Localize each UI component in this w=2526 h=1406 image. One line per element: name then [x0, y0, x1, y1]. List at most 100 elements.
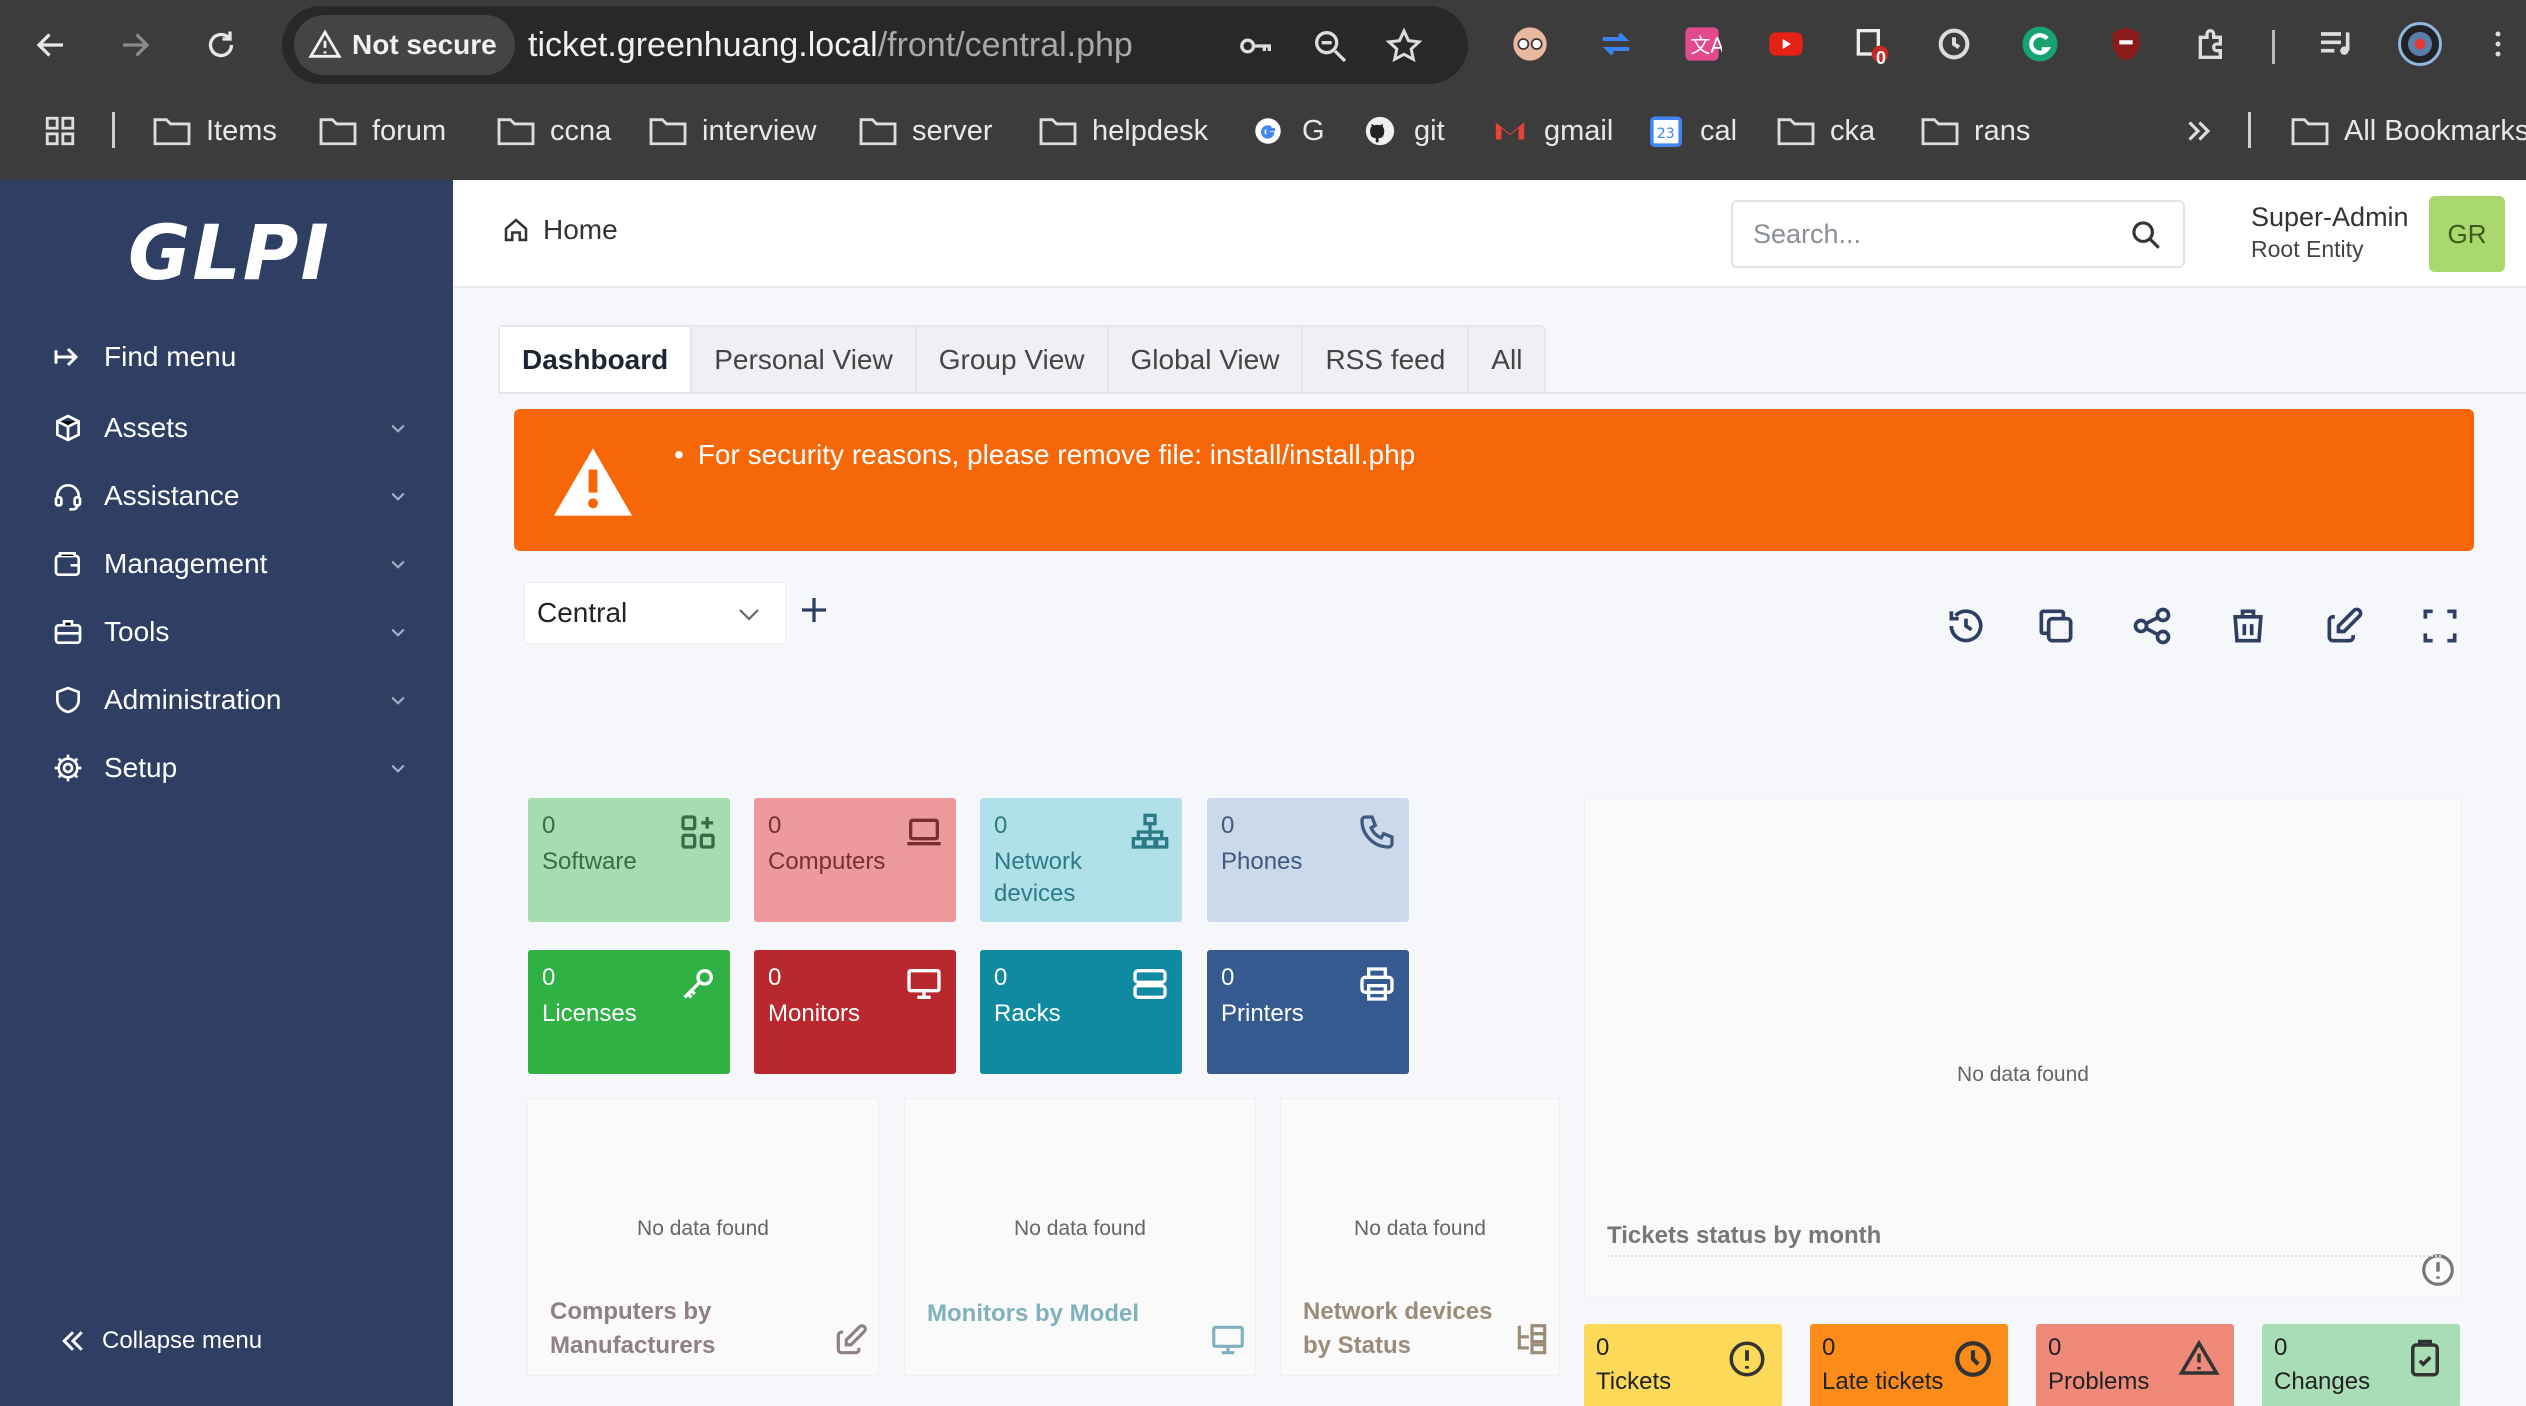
- bookmark-label: git: [1414, 114, 1445, 147]
- sidebar-item-label: Assets: [104, 412, 189, 443]
- trash-icon[interactable]: [2226, 604, 2270, 648]
- key-icon[interactable]: [1236, 26, 1276, 66]
- shield-icon: [56, 686, 80, 714]
- extension-translate-icon[interactable]: 文A: [1680, 22, 1724, 66]
- bookmark-label: ccna: [550, 114, 612, 147]
- card-software[interactable]: 0 Software: [528, 798, 730, 922]
- card-printers[interactable]: 0 Printers: [1207, 950, 1409, 1074]
- extension-grammarly-icon[interactable]: [2018, 22, 2062, 66]
- bookmarks-overflow-icon[interactable]: [2178, 108, 2218, 154]
- folder-icon: [1921, 118, 1959, 146]
- bookmark-items[interactable]: Items: [152, 108, 277, 154]
- tab-all[interactable]: All: [1469, 327, 1544, 393]
- bookmark-cka[interactable]: cka: [1776, 108, 1875, 154]
- extension-sync-icon[interactable]: [1594, 22, 1638, 66]
- ticket-card-changes[interactable]: 0 Changes: [2262, 1324, 2460, 1406]
- ticket-card-late-tickets[interactable]: 0 Late tickets: [1810, 1324, 2008, 1406]
- search-input[interactable]: [1753, 214, 2113, 254]
- add-dashboard-icon[interactable]: [796, 592, 832, 628]
- bookmark-label: gmail: [1544, 114, 1614, 147]
- glpi-logo[interactable]: GLPI: [128, 208, 329, 297]
- share-icon[interactable]: [2130, 604, 2174, 648]
- bookmark-git[interactable]: git: [1360, 108, 1445, 154]
- address-bar[interactable]: Not secure ticket.greenhuang.local/front…: [282, 6, 1468, 84]
- sidebar-item-administration[interactable]: Administration: [52, 675, 422, 725]
- url-text[interactable]: ticket.greenhuang.local/front/central.ph…: [528, 26, 1133, 65]
- extension-badge-icon[interactable]: 0: [1848, 22, 1892, 68]
- copy-icon[interactable]: [2034, 604, 2078, 648]
- bookmark-interview[interactable]: interview: [648, 108, 816, 154]
- extension-timer-icon[interactable]: [1932, 22, 1976, 66]
- tab-panel-border: [498, 392, 2526, 394]
- back-button[interactable]: [28, 22, 74, 68]
- toolbar-divider: [2272, 30, 2275, 64]
- tab-personal-view[interactable]: Personal View: [692, 327, 917, 393]
- all-bookmarks-button[interactable]: All Bookmarks: [2290, 108, 2526, 154]
- browser-chrome: Not secure ticket.greenhuang.local/front…: [0, 0, 2526, 180]
- kebab-menu-icon[interactable]: [2484, 22, 2512, 66]
- url-path: /front/central.php: [877, 26, 1133, 64]
- profile-icon[interactable]: [2398, 22, 2442, 66]
- sidebar-item-assets[interactable]: Assets: [52, 403, 422, 453]
- history-icon[interactable]: [1944, 604, 1988, 648]
- card-racks[interactable]: 0 Racks: [980, 950, 1182, 1074]
- card-network-devices[interactable]: 0 Network devices: [980, 798, 1182, 922]
- monitor-icon: [907, 969, 941, 999]
- tab-rss-feed[interactable]: RSS feed: [1303, 327, 1470, 393]
- edit-icon[interactable]: [2322, 604, 2366, 648]
- bookmark-g[interactable]: G: [1248, 108, 1325, 154]
- extension-youtube-icon[interactable]: [1764, 22, 1808, 66]
- clipboard-check-icon: [2411, 1339, 2439, 1377]
- card-monitors[interactable]: 0 Monitors: [754, 950, 956, 1074]
- bookmarks-divider: [112, 112, 115, 148]
- tab-group-view[interactable]: Group View: [917, 327, 1109, 393]
- zoom-icon[interactable]: [1310, 26, 1350, 66]
- sidebar-item-tools[interactable]: Tools: [52, 607, 422, 657]
- bookmark-forum[interactable]: forum: [318, 108, 446, 154]
- user-entity[interactable]: Root Entity: [2251, 236, 2364, 263]
- card-computers[interactable]: 0 Computers: [754, 798, 956, 922]
- extensions-puzzle-icon[interactable]: [2190, 22, 2234, 66]
- tab-global-view[interactable]: Global View: [1109, 327, 1304, 393]
- extension-shield-icon[interactable]: [2104, 22, 2148, 66]
- apps-grid-icon[interactable]: [40, 108, 80, 154]
- avatar[interactable]: GR: [2429, 196, 2505, 272]
- breadcrumb-home: Home: [543, 214, 618, 245]
- search-icon[interactable]: [2129, 218, 2163, 252]
- collapse-menu-button[interactable]: Collapse menu: [58, 1326, 262, 1356]
- bookmark-ccna[interactable]: ccna: [496, 108, 611, 154]
- security-chip[interactable]: Not secure: [294, 15, 515, 75]
- tree-icon: [1517, 1324, 1547, 1355]
- double-chevron-left-icon: [62, 1331, 83, 1351]
- bookmark-server[interactable]: server: [858, 108, 993, 154]
- bookmark-helpdesk[interactable]: helpdesk: [1038, 108, 1208, 154]
- ticket-card-problems[interactable]: 0 Problems: [2036, 1324, 2234, 1406]
- extension-glasses-icon[interactable]: [1508, 22, 1552, 66]
- star-icon[interactable]: [1384, 26, 1424, 66]
- ticket-card-tickets[interactable]: 0 Tickets: [1584, 1324, 1782, 1406]
- breadcrumb[interactable]: Home: [501, 214, 618, 246]
- dashboard-select[interactable]: Central: [524, 582, 786, 644]
- card-phones[interactable]: 0 Phones: [1207, 798, 1409, 922]
- sidebar-item-assistance[interactable]: Assistance: [52, 471, 422, 521]
- sidebar-item-setup[interactable]: Setup: [52, 743, 422, 793]
- server-icon: [1133, 969, 1167, 999]
- forward-button[interactable]: [112, 22, 158, 68]
- fullscreen-icon[interactable]: [2418, 604, 2462, 648]
- tab-dashboard[interactable]: Dashboard: [500, 327, 693, 393]
- google-icon: [1255, 118, 1281, 144]
- sidebar-item-management[interactable]: Management: [52, 539, 422, 589]
- phone-icon: [1360, 815, 1394, 849]
- card-licenses[interactable]: 0 Licenses: [528, 950, 730, 1074]
- gmail-icon: [1495, 122, 1525, 140]
- reload-button[interactable]: [198, 22, 244, 68]
- calendar-icon: 23: [1650, 116, 1682, 147]
- widget-title: Tickets status by month: [1607, 1222, 1882, 1249]
- sidebar-item-find-menu[interactable]: Find menu: [52, 332, 422, 382]
- bookmark-gmail[interactable]: gmail: [1490, 108, 1613, 154]
- bookmark-rans[interactable]: rans: [1920, 108, 2030, 154]
- bookmark-cal[interactable]: 23 cal: [1646, 108, 1737, 154]
- user-name[interactable]: Super-Admin: [2251, 202, 2409, 233]
- widget-title: Monitors by Model: [927, 1300, 1139, 1327]
- media-control-icon[interactable]: [2314, 22, 2358, 66]
